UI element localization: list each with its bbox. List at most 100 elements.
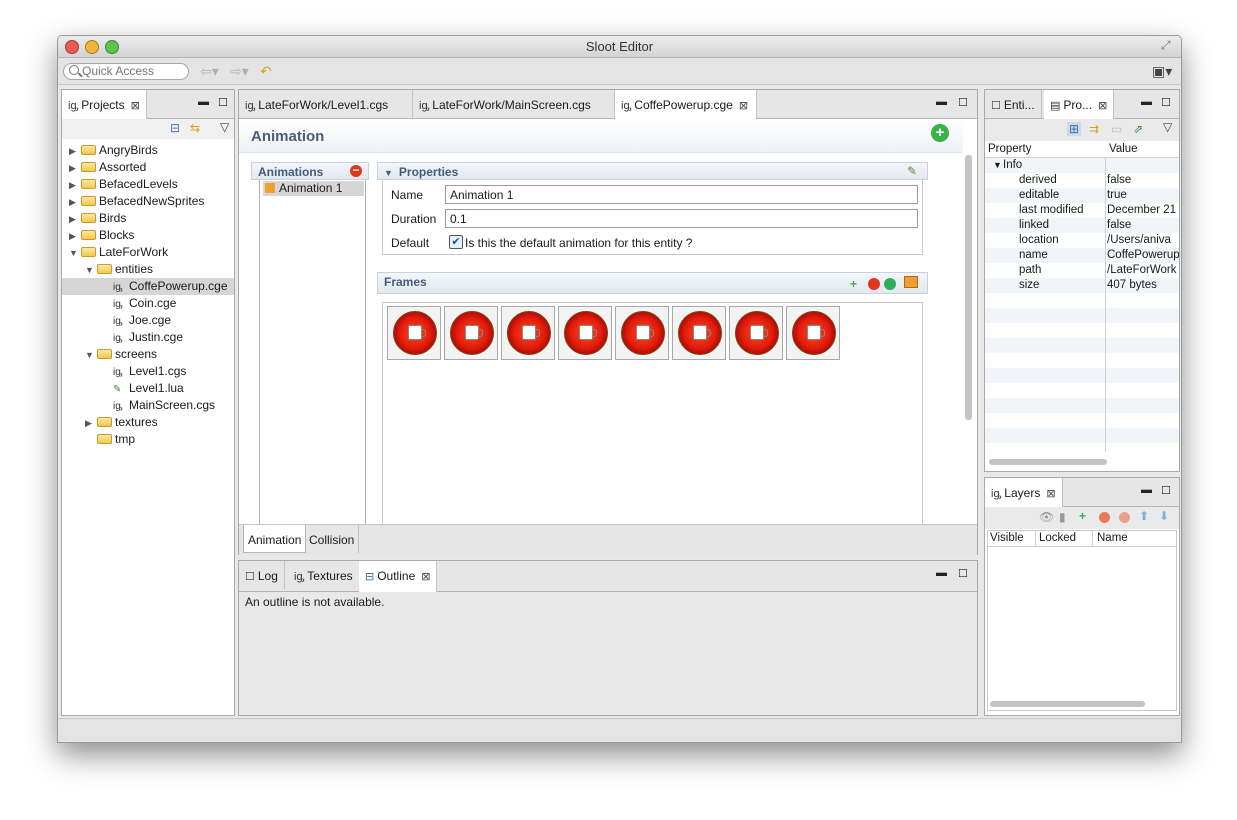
maximize-icon[interactable]: ☐ <box>958 567 968 580</box>
move-down-icon[interactable]: ⬇ <box>1159 509 1169 523</box>
name-field[interactable]: Animation 1 <box>445 185 918 204</box>
property-row[interactable]: location/Users/aniva <box>985 233 1179 248</box>
lock-icon[interactable]: ▮ <box>1059 510 1066 524</box>
properties-hscrollbar[interactable] <box>989 459 1107 465</box>
maximize-icon[interactable]: ☐ <box>218 96 228 109</box>
restore-default-icon[interactable]: ▭ <box>1111 122 1122 136</box>
property-group-info[interactable]: ▼ Info <box>985 158 1179 173</box>
minimize-icon[interactable]: ▬ <box>198 96 209 108</box>
tree-item[interactable]: iᶃ Coin.cge <box>62 295 234 312</box>
minimize-icon[interactable]: ▬ <box>936 567 947 579</box>
chevron-right-icon[interactable]: ▶ <box>69 194 81 211</box>
tab-collision[interactable]: Collision <box>305 525 360 553</box>
list-item[interactable]: Animation 1 <box>263 181 364 196</box>
tree-item[interactable]: ▶ AngryBirds <box>62 142 234 159</box>
tree-item[interactable]: iᶃ Joe.cge <box>62 312 234 329</box>
add-animation-button[interactable]: + <box>931 124 949 142</box>
editor-scrollbar[interactable] <box>965 155 972 420</box>
quick-access-input[interactable]: Quick Access <box>63 63 189 80</box>
tab-projects[interactable]: iᶃ Projects ⊠ <box>62 90 147 119</box>
property-row[interactable]: name CoffePowerup <box>985 248 1179 263</box>
tree-item[interactable]: iᶃ Justin.cge <box>62 329 234 346</box>
property-row[interactable]: size 407 bytes <box>985 278 1179 293</box>
last-edit-icon[interactable]: ↶ <box>260 63 272 80</box>
frame-thumbnail[interactable] <box>672 306 726 360</box>
tree-item[interactable]: ▶ textures <box>62 414 234 431</box>
duration-field[interactable]: 0.1 <box>445 209 918 228</box>
frame-thumbnail[interactable] <box>729 306 783 360</box>
layers-hscrollbar[interactable] <box>990 701 1145 707</box>
delete-layer-icon[interactable] <box>1119 512 1130 523</box>
tree-item[interactable]: iᶃ CoffePowerup.cge <box>62 278 234 295</box>
tab-properties[interactable]: ▤ Pro... ⊠ <box>1044 90 1115 119</box>
minimize-icon[interactable]: ▬ <box>1141 484 1152 496</box>
property-row[interactable]: editable true <box>985 188 1179 203</box>
chevron-right-icon[interactable]: ▶ <box>69 160 81 177</box>
tab-outline[interactable]: ⊟ Outline ⊠ <box>359 561 438 592</box>
tab-level1-cgs[interactable]: iᶃ LateForWork/Level1.cgs <box>239 90 413 118</box>
tab-layers[interactable]: iᶃ Layers ⊠ <box>985 478 1063 507</box>
link-editor-icon[interactable]: ⇆ <box>190 121 200 135</box>
frame-thumbnail[interactable] <box>444 306 498 360</box>
play-icon[interactable] <box>884 278 896 290</box>
chevron-right-icon[interactable]: ▶ <box>69 177 81 194</box>
close-icon[interactable]: ⊠ <box>1046 488 1055 500</box>
remove-layer-icon[interactable] <box>1099 512 1110 523</box>
collapse-all-icon[interactable]: ⊟ <box>170 121 180 135</box>
show-categories-icon[interactable]: ⊞ <box>1067 122 1082 136</box>
edit-icon[interactable]: ✎ <box>907 164 917 178</box>
property-row[interactable]: linked false <box>985 218 1179 233</box>
view-menu-icon[interactable]: ▽ <box>220 120 229 134</box>
tab-coffepowerup-cge[interactable]: iᶃ CoffePowerup.cge ⊠ <box>615 90 757 119</box>
frame-thumbnail[interactable] <box>786 306 840 360</box>
frame-thumbnail[interactable] <box>501 306 555 360</box>
minimize-icon[interactable]: ▬ <box>936 96 947 108</box>
tab-textures[interactable]: iᶃ Textures <box>288 561 360 589</box>
maximize-icon[interactable]: ☐ <box>1161 484 1171 497</box>
tree-item[interactable]: iᶃ MainScreen.cgs <box>62 397 234 414</box>
view-menu-icon[interactable]: ▽ <box>1163 120 1172 134</box>
chevron-right-icon[interactable]: ▶ <box>69 211 81 228</box>
chevron-right-icon[interactable]: ▶ <box>69 143 81 160</box>
tree-item[interactable]: ▶ Assorted <box>62 159 234 176</box>
chevron-down-icon[interactable]: ▼ <box>69 245 81 262</box>
chevron-right-icon[interactable]: ▶ <box>85 415 97 432</box>
tree-item[interactable]: ▶ BefacedLevels <box>62 176 234 193</box>
tree-item[interactable]: ▼ LateForWork <box>62 244 234 261</box>
maximize-icon[interactable]: ☐ <box>958 96 968 109</box>
property-row[interactable]: path/LateForWork <box>985 263 1179 278</box>
minimize-icon[interactable]: ▬ <box>1141 96 1152 108</box>
tree-item[interactable]: iᶃ Level1.cgs <box>62 363 234 380</box>
add-frame-icon[interactable]: + <box>850 277 857 291</box>
tree-item[interactable]: ▶ Blocks <box>62 227 234 244</box>
visibility-icon[interactable]: 👁 <box>1039 510 1054 524</box>
property-row[interactable]: derived false <box>985 173 1179 188</box>
maximize-icon[interactable]: ☐ <box>1161 96 1171 109</box>
pin-icon[interactable]: ⇗ <box>1133 122 1143 136</box>
show-advanced-icon[interactable]: ⇉ <box>1089 122 1099 136</box>
chevron-down-icon[interactable]: ▼ <box>85 347 97 364</box>
fullscreen-icon[interactable]: ⤢ <box>1161 39 1173 51</box>
tab-mainscreen-cgs[interactable]: iᶃ LateForWork/MainScreen.cgs <box>413 90 615 118</box>
frame-thumbnail[interactable] <box>558 306 612 360</box>
properties-section-header[interactable]: ▼ Properties ✎ <box>377 162 928 180</box>
add-layer-icon[interactable]: + <box>1079 509 1086 523</box>
property-row[interactable]: last modified December 21 <box>985 203 1179 218</box>
remove-animation-icon[interactable]: − <box>350 164 362 177</box>
image-icon[interactable] <box>904 276 918 288</box>
tab-animation[interactable]: Animation <box>243 525 307 553</box>
tree-item[interactable]: tmp <box>62 431 234 448</box>
close-icon[interactable]: ⊠ <box>131 100 140 112</box>
tab-log[interactable]: ☐ Log <box>239 561 285 589</box>
forward-nav-icon[interactable]: ⇨▾ <box>230 63 249 80</box>
back-nav-icon[interactable]: ⇦▾ <box>200 63 219 80</box>
chevron-down-icon[interactable]: ▼ <box>85 262 97 279</box>
tree-item[interactable]: ▼ screens <box>62 346 234 363</box>
tree-item[interactable]: ▼ entities <box>62 261 234 278</box>
tab-entities[interactable]: ☐ Enti... <box>985 90 1042 118</box>
tree-item[interactable]: ✎ Level1.lua <box>62 380 234 397</box>
tree-item[interactable]: ▶ Birds <box>62 210 234 227</box>
chevron-right-icon[interactable]: ▶ <box>69 228 81 245</box>
frame-thumbnail[interactable] <box>387 306 441 360</box>
close-icon[interactable]: ⊠ <box>421 571 430 583</box>
